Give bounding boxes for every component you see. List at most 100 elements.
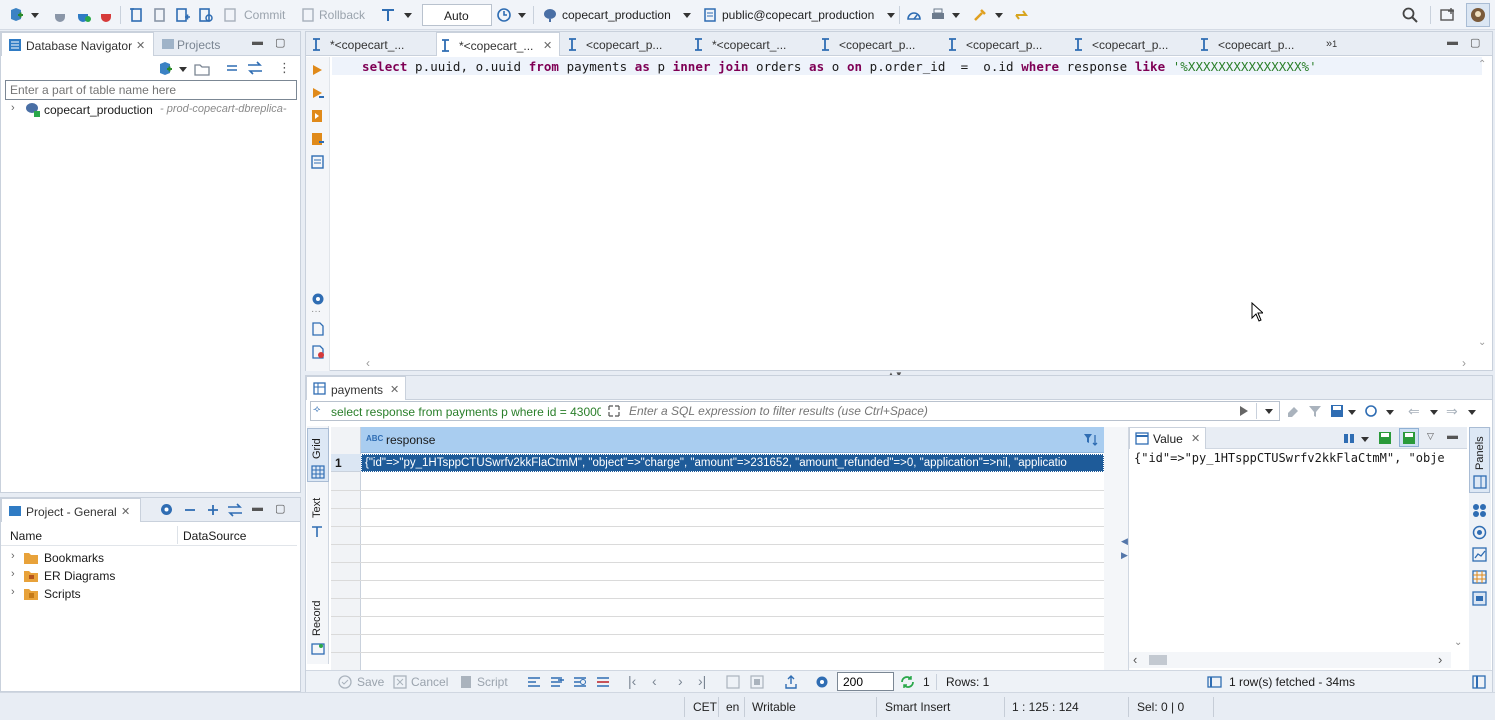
forward-dropdown[interactable] — [1468, 410, 1476, 415]
close-icon[interactable]: ✕ — [543, 39, 552, 52]
tab-editor-4[interactable]: *<copecart_... — [690, 32, 814, 56]
tab-project-general[interactable]: Project - General ✕ — [1, 498, 141, 522]
transaction-search-icon[interactable] — [198, 7, 214, 23]
chevron-right-icon[interactable]: › — [11, 102, 15, 114]
tab-editor-2[interactable]: *<copecart_... ✕ — [436, 32, 560, 56]
transaction-mode-icon[interactable] — [380, 7, 396, 23]
close-icon[interactable]: ✕ — [121, 505, 130, 518]
transaction-mode-dropdown[interactable] — [404, 13, 412, 18]
connection-dropdown[interactable] — [683, 13, 691, 18]
tab-results-payments[interactable]: payments ✕ — [306, 376, 406, 400]
tab-editor-5[interactable]: <copecart_p... — [817, 32, 941, 56]
references-icon[interactable] — [1472, 503, 1487, 518]
tab-database-navigator[interactable]: Database Navigator ✕ — [1, 32, 154, 56]
minimize-icon[interactable]: ▬ — [1447, 430, 1458, 442]
column-header-response[interactable]: ABC response — [361, 427, 1104, 453]
content-viewer-icon[interactable] — [1342, 431, 1356, 445]
script-error-icon[interactable] — [311, 345, 325, 359]
delete-row-icon[interactable] — [596, 675, 610, 689]
row-number-cell[interactable]: 1 — [331, 454, 361, 472]
new-connection-icon[interactable] — [157, 61, 173, 77]
fetch-next-icon[interactable] — [726, 675, 740, 689]
scroll-left-icon[interactable]: ‹ — [366, 356, 370, 370]
script-results-button[interactable]: Script — [477, 675, 508, 689]
panels-toggle[interactable]: Panels — [1469, 427, 1490, 493]
chevron-right-icon[interactable]: › — [11, 550, 15, 562]
refresh-mode-dropdown[interactable] — [1386, 410, 1394, 415]
sql-query-text[interactable]: select p.uuid, o.uuid from payments as p… — [362, 59, 1317, 74]
column-header-name[interactable]: Name — [10, 529, 42, 543]
collapse-all-icon[interactable] — [183, 503, 197, 517]
connect-icon[interactable] — [53, 7, 67, 23]
previous-page-icon[interactable]: ‹ — [652, 674, 657, 688]
maximize-icon[interactable]: ▢ — [275, 36, 285, 49]
execute-script-new-tab-icon[interactable] — [311, 132, 325, 146]
tools-icon[interactable] — [972, 7, 988, 23]
save-value-icon[interactable] — [1378, 431, 1392, 445]
transaction-add-icon[interactable] — [175, 7, 191, 23]
expand-icon[interactable] — [206, 503, 220, 517]
close-icon[interactable]: ✕ — [390, 383, 399, 396]
edit-cell-icon[interactable] — [527, 675, 541, 689]
back-arrow-icon[interactable]: ⇐ — [1408, 404, 1420, 418]
scroll-right-icon[interactable]: › — [1462, 356, 1466, 370]
auto-apply-toggle[interactable] — [1399, 428, 1419, 447]
refresh-mode-icon[interactable] — [1364, 404, 1380, 418]
tab-value[interactable]: Value ✕ — [1129, 427, 1206, 449]
sql-code-line[interactable]: select p.uuid, o.uuid from payments as p… — [332, 57, 1482, 75]
close-icon[interactable]: ✕ — [1191, 432, 1200, 445]
scroll-right-icon[interactable]: › — [1438, 652, 1442, 667]
maximize-icon[interactable]: ▢ — [275, 502, 285, 515]
tab-record[interactable]: Record — [307, 594, 329, 664]
export-icon[interactable] — [784, 675, 798, 689]
project-item-bookmarks[interactable]: › Bookmarks — [9, 550, 179, 568]
tab-editor-7[interactable]: <copecart_p... — [1070, 32, 1194, 56]
project-item-scripts[interactable]: › Scripts — [9, 586, 179, 604]
value-content-text[interactable]: {"id"=>"py_1HTsppCTUSwrfv2kkFlaCtmM", "o… — [1134, 451, 1454, 465]
tab-editor-8[interactable]: <copecart_p... — [1196, 32, 1320, 56]
open-perspective-icon[interactable] — [1440, 7, 1456, 23]
chevron-right-icon[interactable]: › — [11, 586, 15, 598]
scroll-up-icon[interactable]: ⌃ — [1478, 59, 1486, 70]
active-schema-selector[interactable]: public@copecart_production — [722, 8, 874, 22]
panel-layout-icon[interactable] — [1472, 675, 1486, 689]
filter-settings-icon[interactable] — [1308, 404, 1322, 418]
next-page-icon[interactable]: › — [678, 674, 683, 688]
active-query-text[interactable]: select response from payments p where id… — [331, 405, 601, 419]
gear-icon[interactable] — [311, 292, 325, 306]
rollback-icon[interactable] — [301, 7, 315, 23]
status-insert-mode[interactable]: Smart Insert — [885, 700, 950, 714]
first-page-icon[interactable]: |‹ — [628, 674, 636, 688]
rollback-button[interactable]: Rollback — [319, 8, 365, 22]
value-vertical-scrollbar[interactable] — [1452, 450, 1466, 650]
save-results-button[interactable]: Save — [357, 675, 384, 689]
back-dropdown[interactable] — [1430, 410, 1438, 415]
link-with-editor-icon[interactable] — [247, 61, 263, 75]
collapse-all-icon[interactable] — [225, 61, 239, 75]
transaction-log-icon[interactable] — [152, 7, 168, 23]
chevron-right-icon[interactable]: › — [11, 568, 15, 580]
apply-filter-icon[interactable] — [1239, 405, 1249, 417]
gear-icon[interactable] — [815, 675, 829, 689]
fetch-all-icon[interactable] — [750, 675, 764, 689]
perspective-button[interactable] — [1466, 3, 1490, 27]
value-horizontal-scrollbar[interactable]: ‹ › — [1129, 652, 1451, 668]
active-connection-selector[interactable]: copecart_production — [562, 8, 671, 22]
save-filter-icon[interactable] — [1330, 404, 1344, 418]
fetch-size-input[interactable] — [837, 672, 894, 691]
table-row[interactable]: {"id"=>"py_1HTsppCTUSwrfv2kkFlaCtmM", "o… — [361, 454, 1104, 472]
gear-icon[interactable] — [159, 502, 174, 517]
view-menu-chevron-icon[interactable]: ▽ — [1427, 431, 1434, 442]
panel-collapse-left-icon[interactable]: ◀ — [1121, 536, 1128, 547]
tab-editor-6[interactable]: <copecart_p... — [944, 32, 1068, 56]
new-connection-icon[interactable] — [8, 7, 24, 23]
tab-editor-1[interactable]: *<copecart_... — [308, 32, 432, 56]
transaction-mode-box[interactable]: Auto — [422, 4, 492, 26]
new-connection-dropdown[interactable] — [179, 67, 187, 72]
minimize-icon[interactable]: ▬ — [252, 502, 263, 514]
add-row-icon[interactable] — [550, 675, 564, 689]
content-viewer-dropdown[interactable] — [1361, 437, 1369, 442]
tab-grid[interactable]: Grid — [307, 428, 329, 482]
refresh-icon[interactable] — [900, 675, 915, 689]
new-connection-dropdown[interactable] — [31, 13, 39, 18]
